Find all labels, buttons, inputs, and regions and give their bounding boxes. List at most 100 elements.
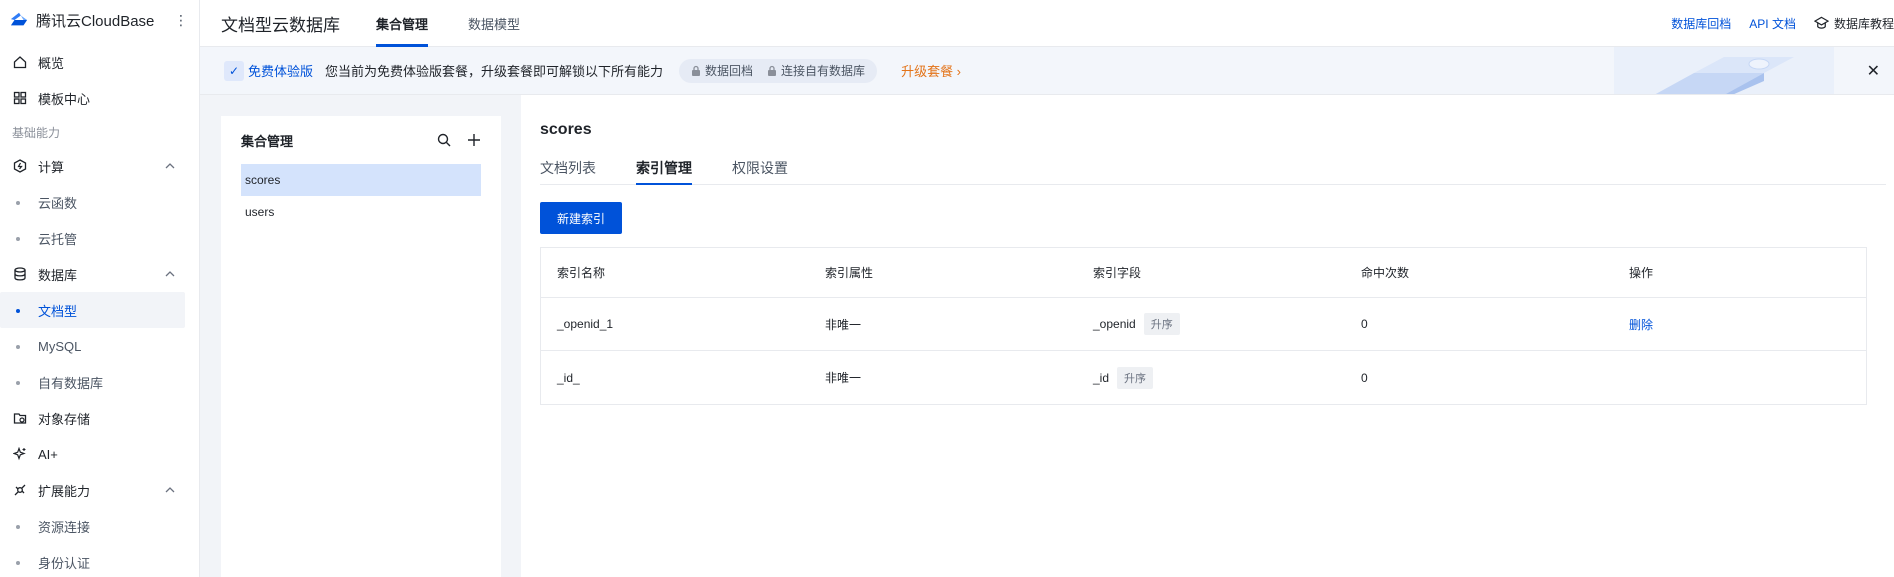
sidebar-subitem-label: MySQL	[38, 338, 82, 354]
index-field-cell: _id 升序	[1093, 366, 1361, 389]
sidebar-item[interactable]: 计算	[0, 148, 199, 184]
feature-own-db: 连接自有数据库	[767, 62, 865, 79]
tab-document-list[interactable]: 文档列表	[540, 151, 596, 184]
sidebar-item[interactable]: 对象存储	[0, 400, 199, 436]
collection-panel-title: 集合管理	[241, 133, 294, 149]
close-icon[interactable]: ✕	[1867, 61, 1880, 81]
tab-permission-settings[interactable]: 权限设置	[732, 151, 788, 184]
collection-actions	[437, 133, 481, 147]
bullet-dot	[16, 561, 20, 565]
index-name: _id_	[557, 370, 580, 385]
lock-icon	[692, 65, 701, 76]
feature-own-db-label: 连接自有数据库	[781, 64, 866, 78]
search-icon[interactable]	[437, 133, 451, 147]
sidebar-item-label: AI+	[38, 446, 58, 462]
collection-detail: scores 文档列表 索引管理 权限设置 新建索引 索引名称 索引属性 索引字…	[521, 95, 1894, 577]
index-hits: 0	[1361, 317, 1368, 331]
top-header: 文档型云数据库 集合管理 数据模型 数据库回档 API 文档 数据库教程	[200, 0, 1894, 47]
collection-title: scores	[540, 121, 592, 138]
delete-index-link[interactable]: 删除	[1629, 316, 1866, 333]
chevron-up-icon[interactable]	[165, 268, 175, 280]
bullet-dot	[16, 345, 20, 349]
storage-icon	[12, 410, 28, 426]
sort-order-badge: 升序	[1143, 313, 1180, 335]
sidebar-item-label: 模板中心	[38, 91, 91, 107]
sidebar-item-label: 数据库	[38, 267, 78, 283]
sidebar-subitem[interactable]: 文档型	[0, 292, 185, 328]
sidebar-subitem-label: 文档型	[38, 303, 78, 319]
sidebar-subitem-label: 云托管	[38, 231, 78, 247]
sidebar-item[interactable]: 模板中心	[0, 80, 199, 116]
collection-panel: 集合管理 scores users	[221, 116, 501, 577]
new-index-button[interactable]: 新建索引	[540, 202, 622, 234]
lock-icon	[768, 65, 777, 76]
column-header-name: 索引名称	[557, 266, 606, 280]
sidebar-subitem[interactable]: 自有数据库	[0, 364, 199, 400]
backup-link[interactable]: 数据库回档	[1671, 15, 1731, 32]
table-row: _id_ 非唯一 _id 升序 0	[541, 351, 1866, 404]
sort-order-badge: 升序	[1117, 366, 1154, 389]
sidebar-subitem[interactable]: 云函数	[0, 184, 199, 220]
sidebar-subitem[interactable]: MySQL	[0, 328, 199, 364]
bullet-dot	[16, 201, 20, 205]
sidebar-item[interactable]: 概览	[0, 44, 199, 80]
index-attr: 非唯一	[825, 371, 862, 385]
collection-panel-header: 集合管理	[221, 116, 501, 164]
upgrade-banner: ✓ 免费体验版 您当前为免费体验版套餐，升级套餐即可解锁以下所有能力 数据回档 …	[200, 47, 1894, 95]
upgrade-link[interactable]: 升级套餐 ›	[901, 61, 961, 80]
sidebar: 腾讯云CloudBase ⋮ 概览 模板中心 基础能力 计算 云函数 云托管 数据库 文档型 M…	[0, 0, 200, 577]
detail-tabs: 文档列表 索引管理 权限设置	[540, 151, 1886, 185]
api-docs-link[interactable]: API 文档	[1749, 15, 1796, 32]
sidebar-subitem-label: 资源连接	[38, 519, 91, 535]
index-table: 索引名称 索引属性 索引字段 命中次数 操作 _openid_1 非唯一 _op…	[540, 247, 1867, 405]
trial-badge[interactable]: ✓ 免费体验版	[224, 60, 314, 81]
index-name: _openid_1	[557, 317, 614, 331]
table-header-row: 索引名称 索引属性 索引字段 命中次数 操作	[541, 248, 1866, 298]
brand[interactable]: 腾讯云CloudBase ⋮	[0, 0, 199, 40]
cloudbase-logo-icon	[10, 12, 28, 26]
sidebar-item[interactable]: AI+	[0, 436, 199, 472]
collection-item-scores[interactable]: scores	[241, 164, 481, 196]
index-field: _id	[1093, 370, 1110, 385]
bullet-dot	[16, 525, 20, 529]
chevron-up-icon[interactable]	[165, 160, 175, 172]
column-header-field: 索引字段	[1093, 266, 1142, 280]
tab-collection-management[interactable]: 集合管理	[376, 0, 429, 47]
sidebar-subitem[interactable]: 身份认证	[0, 544, 199, 577]
main-content: 集合管理 scores users scores 文档列表 索引管理 权限设置 …	[200, 95, 1894, 577]
banner-illustration	[1614, 47, 1834, 94]
sidebar-item-label: 计算	[38, 159, 65, 175]
trial-icon: ✓	[224, 60, 244, 81]
sidebar-subitem-label: 云函数	[38, 195, 78, 211]
add-icon[interactable]	[467, 133, 481, 147]
tab-index-management[interactable]: 索引管理	[636, 151, 692, 185]
header-links: 数据库回档 API 文档 数据库教程	[1671, 15, 1894, 32]
grid-icon	[12, 90, 28, 106]
sidebar-subitem[interactable]: 资源连接	[0, 508, 199, 544]
bullet-dot	[16, 237, 20, 241]
sidebar-subitem[interactable]: 云托管	[0, 220, 199, 256]
index-field-cell: _openid 升序	[1093, 313, 1361, 335]
column-header-action: 操作	[1629, 266, 1654, 280]
index-attr: 非唯一	[825, 317, 862, 332]
tutorial-link[interactable]: 数据库教程	[1813, 15, 1894, 32]
chevron-up-icon[interactable]	[165, 484, 175, 496]
tutorial-link-label: 数据库教程	[1833, 16, 1894, 31]
column-header-attr: 索引属性	[825, 266, 874, 280]
feature-backup: 数据回档	[691, 62, 753, 79]
sidebar-nav: 概览 模板中心 基础能力 计算 云函数 云托管 数据库 文档型 MySQL 自有数据库 对象存储 AI…	[0, 40, 199, 577]
sidebar-item[interactable]: 扩展能力	[0, 472, 199, 508]
index-field: _openid	[1093, 317, 1136, 331]
home-icon	[12, 54, 28, 70]
compute-icon	[12, 158, 28, 174]
graduation-cap-icon	[1813, 16, 1829, 29]
sidebar-item-label: 对象存储	[38, 411, 91, 427]
feature-backup-label: 数据回档	[705, 64, 754, 78]
collection-item-users[interactable]: users	[241, 196, 481, 228]
tab-data-model[interactable]: 数据模型	[468, 0, 520, 47]
page-title: 文档型云数据库	[221, 15, 340, 35]
banner-text: 您当前为免费体验版套餐，升级套餐即可解锁以下所有能力	[325, 64, 664, 79]
more-menu-icon[interactable]: ⋮	[174, 12, 188, 29]
sidebar-item[interactable]: 数据库	[0, 256, 199, 292]
trial-label: 免费体验版	[248, 64, 314, 79]
